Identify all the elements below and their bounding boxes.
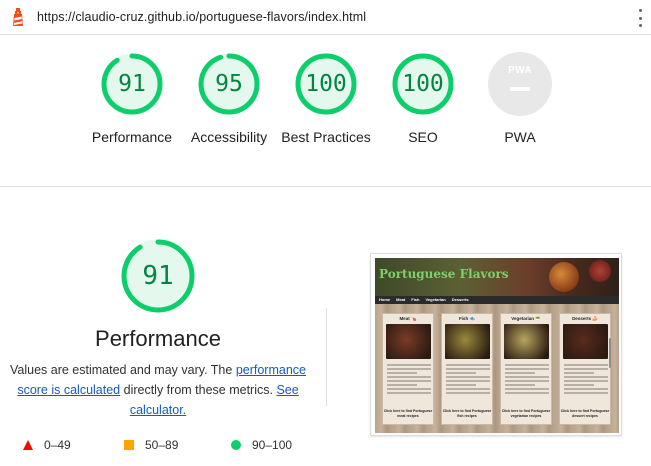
recipe-card-image xyxy=(445,324,490,359)
recipe-card-link: Click here to find Portuguese dessert re… xyxy=(560,409,610,418)
gauge-label: Accessibility xyxy=(190,129,268,145)
recipe-card: Fish 🐟 Click here to find Portuguese fish… xyxy=(441,313,493,425)
legend-average: 50–89 xyxy=(124,438,178,452)
performance-score: 91 xyxy=(142,261,174,291)
recipe-card-text xyxy=(446,392,490,394)
recipe-card-text xyxy=(446,368,490,370)
gauge-accessibility[interactable]: 95 Accessibility xyxy=(179,52,279,147)
recipe-card-title: Meat 🍗 xyxy=(399,316,417,321)
gauge-score: 95 xyxy=(215,71,243,97)
recipe-card-text xyxy=(387,384,417,386)
recipe-card-text xyxy=(564,376,608,378)
page-url: https://claudio-cruz.github.io/portugues… xyxy=(37,10,367,24)
gauge-label: Performance xyxy=(91,129,173,145)
recipe-card-image xyxy=(563,324,608,359)
gauge-score: 100 xyxy=(402,71,444,97)
recipe-card-title: Vegetarian 🥗 xyxy=(511,316,541,321)
recipe-card-text xyxy=(387,380,431,382)
gauge-label: PWA xyxy=(504,129,536,145)
recipe-card-title: Fish 🐟 xyxy=(458,316,476,321)
recipe-card-image xyxy=(504,324,549,359)
recipe-card-text xyxy=(564,380,608,382)
recipe-card-text xyxy=(387,368,431,370)
site-nav-item: Fish xyxy=(411,297,420,302)
scrollbar xyxy=(609,338,611,368)
recipe-card-text xyxy=(505,376,549,378)
gauge-seo[interactable]: 100 SEO xyxy=(373,52,473,147)
recipe-card-text xyxy=(564,372,594,374)
gauge-best-practices[interactable]: 100 Best Practices xyxy=(276,52,376,147)
recipe-card-text xyxy=(564,368,608,370)
recipe-card-text xyxy=(505,372,535,374)
recipe-card-image xyxy=(386,324,431,359)
square-icon xyxy=(124,440,134,450)
triangle-icon xyxy=(23,440,33,450)
recipe-card-text xyxy=(387,392,431,394)
site-body: Meat 🍗 Click here to find Portuguese meat… xyxy=(375,304,619,433)
recipe-card-text xyxy=(446,384,476,386)
recipe-card-text xyxy=(564,388,608,390)
recipe-card-text xyxy=(564,392,608,394)
screenshot-image: Portuguese Flavors Home Meat Fish Vegetaria… xyxy=(375,258,619,433)
recipe-card-text xyxy=(446,364,490,366)
recipe-card-link: Click here to find Portuguese meat recip… xyxy=(383,409,433,418)
performance-title: Performance xyxy=(95,326,221,351)
divider xyxy=(326,308,327,406)
site-nav-item: Desserts xyxy=(451,297,469,302)
final-screenshot[interactable]: Portuguese Flavors Home Meat Fish Vegetaria… xyxy=(370,253,622,436)
site-header: Portuguese Flavors xyxy=(375,258,619,296)
recipe-card: Meat 🍗 Click here to find Portuguese meat… xyxy=(382,313,434,425)
recipe-card-text xyxy=(446,380,490,382)
site-nav-item: Meat xyxy=(396,297,406,302)
gauge-score: 91 xyxy=(118,71,146,97)
legend-pass: 90–100 xyxy=(231,438,292,452)
gauge-label: Best Practices xyxy=(281,129,371,145)
site-title: Portuguese Flavors xyxy=(379,267,509,281)
pwa-badge-icon: PWA xyxy=(488,52,552,116)
recipe-card-text xyxy=(387,364,431,366)
recipe-card-text xyxy=(387,376,431,378)
top-bar: https://claudio-cruz.github.io/portugues… xyxy=(0,0,651,35)
performance-description: Values are estimated and may vary. The p… xyxy=(10,363,306,417)
gauge-label: SEO xyxy=(408,129,438,145)
recipe-card-text xyxy=(505,364,549,366)
more-options-icon[interactable] xyxy=(638,9,642,27)
site-nav: Home Meat Fish Vegetarian Desserts xyxy=(375,296,619,304)
recipe-card-link: Click here to find Portuguese vegetarian… xyxy=(501,409,551,418)
recipe-card-text xyxy=(505,368,549,370)
recipe-card: Vegetarian 🥗 Click here to find Portugues… xyxy=(500,313,552,425)
recipe-card-text xyxy=(505,388,549,390)
recipe-card-text xyxy=(564,364,608,366)
recipe-card: Desserts 🍰 Click here to find Portuguese … xyxy=(559,313,611,425)
recipe-card-text xyxy=(387,388,431,390)
site-nav-item: Home xyxy=(379,297,391,302)
recipe-card-text xyxy=(446,376,490,378)
site-nav-item: Vegetarian xyxy=(425,297,446,302)
recipe-card-text xyxy=(505,384,535,386)
gauge-score: 100 xyxy=(305,71,347,97)
circle-icon xyxy=(231,440,241,450)
recipe-card-text xyxy=(446,372,476,374)
recipe-card-title: Desserts 🍰 xyxy=(572,316,598,321)
recipe-card-text xyxy=(505,392,549,394)
recipe-card-text xyxy=(446,388,490,390)
recipe-card-text xyxy=(387,372,417,374)
gauge-performance[interactable]: 91 Performance xyxy=(82,52,182,147)
recipe-card-text xyxy=(505,380,549,382)
gauge-pwa[interactable]: PWA PWA xyxy=(470,52,570,147)
category-gauges: 91 Performance 95 Accessibility 100 Best Prac… xyxy=(0,35,651,187)
recipe-card-link: Click here to find Portuguese fish recip… xyxy=(442,409,492,418)
legend-fail: 0–49 xyxy=(23,438,71,452)
lighthouse-logo-icon xyxy=(13,8,23,26)
recipe-card-text xyxy=(564,384,594,386)
